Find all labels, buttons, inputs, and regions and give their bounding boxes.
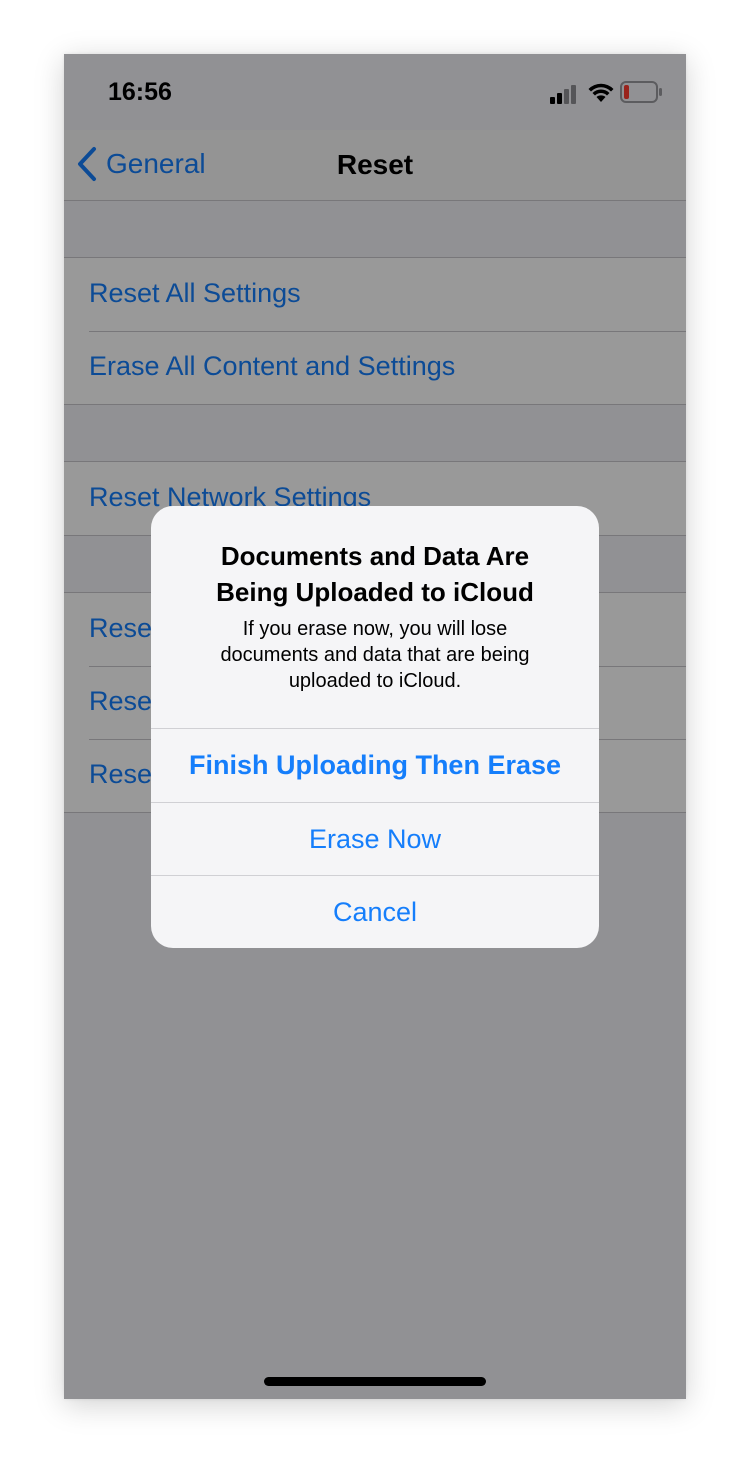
phone-screen: 16:56 General Reset Reset All Settings E… [64, 54, 686, 1399]
finish-uploading-then-erase-button[interactable]: Finish Uploading Then Erase [151, 728, 599, 802]
alert-message-line: documents and data that are being [220, 644, 530, 666]
cancel-button[interactable]: Cancel [151, 875, 599, 948]
alert-message-line: If you erase now, you will lose [242, 618, 508, 640]
erase-now-button[interactable]: Erase Now [151, 802, 599, 876]
alert-message: If you erase now, you will lose document… [181, 616, 569, 694]
alert-message-line: uploaded to iCloud. [288, 670, 462, 692]
alert-title-line: Being Uploaded to iCloud [216, 577, 534, 607]
alert-title: Documents and Data Are Being Uploaded to… [151, 538, 599, 610]
home-indicator[interactable] [264, 1377, 486, 1386]
upload-alert-dialog: Documents and Data Are Being Uploaded to… [151, 506, 599, 948]
alert-title-line: Documents and Data Are [220, 541, 530, 571]
